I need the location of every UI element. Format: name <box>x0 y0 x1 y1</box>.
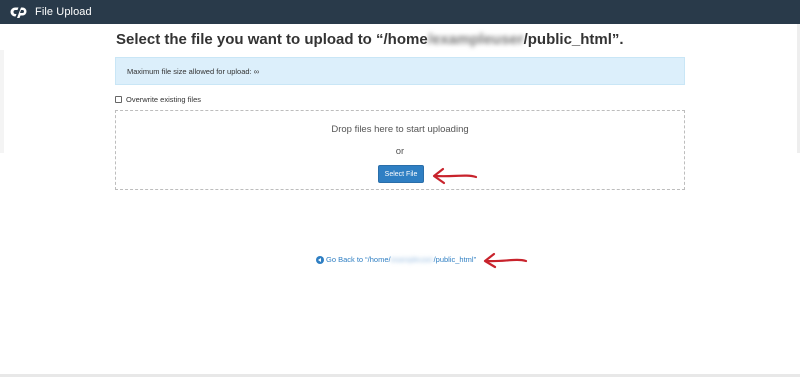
select-file-button[interactable]: Select File <box>378 165 424 183</box>
heading-suffix: /public_html”. <box>523 31 624 48</box>
overwrite-option[interactable]: Overwrite existing files <box>115 95 201 104</box>
heading-prefix: Select the file you want to upload to “/… <box>116 31 428 48</box>
cpanel-logo-icon[interactable] <box>10 6 27 18</box>
go-back-suffix: /public_html” <box>433 255 477 264</box>
go-back-username-redacted: exampleuser <box>390 255 434 264</box>
back-arrow-circle-icon <box>316 255 324 264</box>
overwrite-checkbox[interactable] <box>115 96 122 103</box>
go-back-text: Go Back to “/home/exampleuser/public_htm… <box>326 255 476 264</box>
overwrite-label: Overwrite existing files <box>126 95 202 104</box>
upload-limit-text: Maximum file size allowed for upload: ∞ <box>127 66 260 76</box>
annotation-arrow-select-file <box>432 167 478 185</box>
left-edge-shade <box>0 50 4 153</box>
file-dropzone[interactable]: Drop files here to start uploading or Se… <box>115 110 685 190</box>
dropzone-text: Drop files here to start uploading <box>331 124 469 135</box>
upload-heading: Select the file you want to upload to “/… <box>116 31 624 48</box>
upload-limit-info-box: Maximum file size allowed for upload: ∞ <box>115 57 685 85</box>
annotation-arrow-go-back <box>483 252 528 269</box>
or-separator: or <box>395 146 405 157</box>
go-back-prefix: Go Back to “/home/ <box>326 255 391 264</box>
page-title: File Upload <box>35 6 92 18</box>
go-back-link[interactable]: Go Back to “/home/exampleuser/public_htm… <box>316 255 476 264</box>
top-header-bar: File Upload <box>0 0 800 24</box>
heading-username-redacted: /exampleuser <box>427 31 524 48</box>
